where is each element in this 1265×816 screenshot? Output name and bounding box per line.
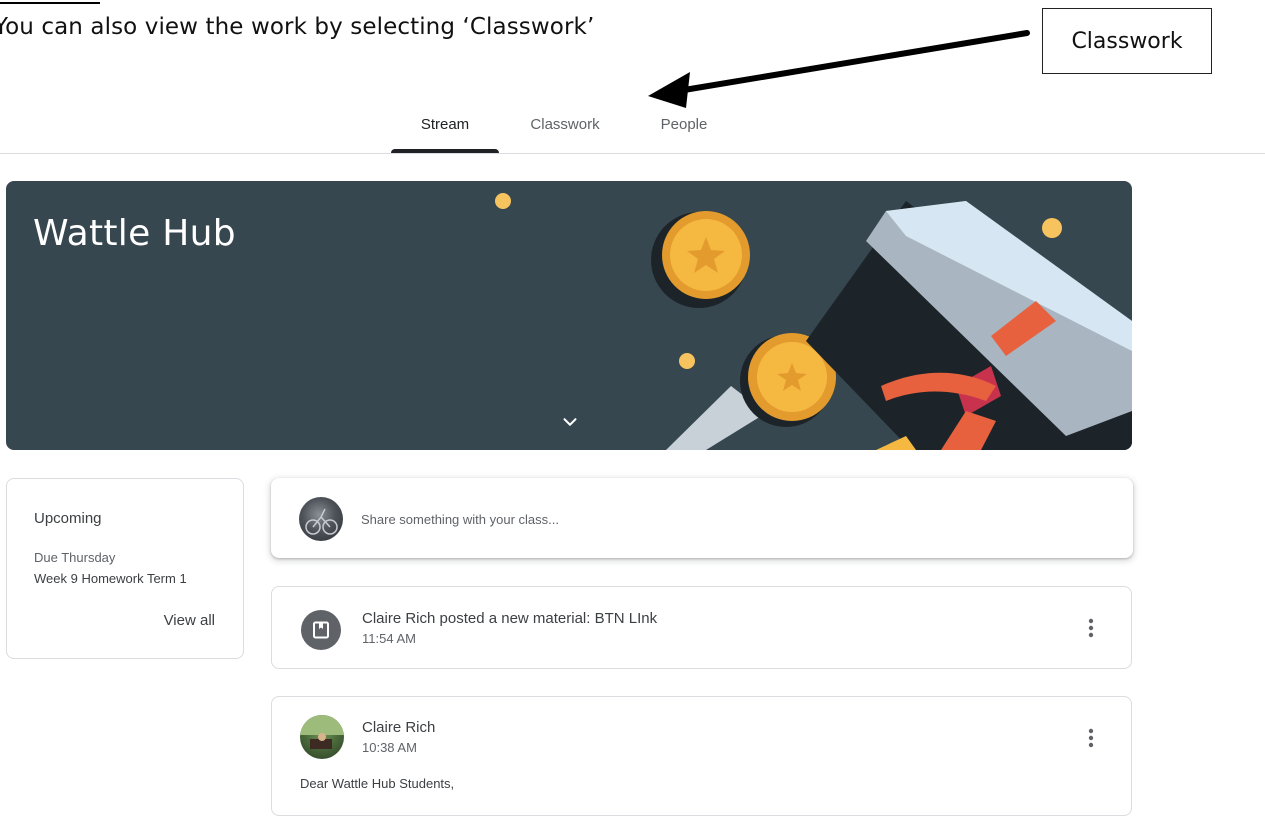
tab-stream-label: Stream [420,115,470,133]
instruction-text: You can also view the work by selecting … [0,14,595,40]
post-timestamp: 10:38 AM [362,740,417,755]
share-box[interactable]: Share something with your class... [271,478,1133,558]
upcoming-due-label: Due Thursday [34,550,116,565]
tab-bar: Stream Classwork People [0,96,1265,154]
share-placeholder-text: Share something with your class... [361,512,559,527]
post-material[interactable]: Claire Rich posted a new material: BTN L… [271,586,1132,669]
upcoming-title: Upcoming [34,510,102,527]
more-options-icon[interactable] [1087,617,1095,639]
instruction-heading-underline [0,0,100,4]
upcoming-card: Upcoming Due Thursday Week 9 Homework Te… [6,478,244,659]
tab-classwork[interactable]: Classwork [512,96,618,152]
avatar [299,497,343,541]
post-body: Dear Wattle Hub Students, [300,776,455,791]
post-timestamp: 11:54 AM [362,631,416,646]
material-icon [301,610,341,650]
tab-classwork-label: Classwork [530,115,600,133]
active-tab-indicator [391,149,499,153]
callout-box: Classwork [1042,8,1212,74]
upcoming-item-link[interactable]: Week 9 Homework Term 1 [34,571,187,586]
post-title: Claire Rich posted a new material: BTN L… [362,610,658,627]
banner-illustration [495,193,1132,450]
post-announcement[interactable]: Claire Rich 10:38 AM Dear Wattle Hub Stu… [271,696,1132,816]
chevron-down-icon[interactable] [559,411,581,433]
class-banner: Wattle Hub [6,181,1132,450]
tab-stream[interactable]: Stream [391,96,499,152]
callout-label: Classwork [1071,28,1183,54]
post-author: Claire Rich [362,719,436,736]
more-options-icon[interactable] [1087,727,1095,749]
tab-people[interactable]: People [636,96,732,152]
view-all-link[interactable]: View all [164,612,215,629]
tab-people-label: People [660,115,708,133]
author-avatar [300,715,344,759]
